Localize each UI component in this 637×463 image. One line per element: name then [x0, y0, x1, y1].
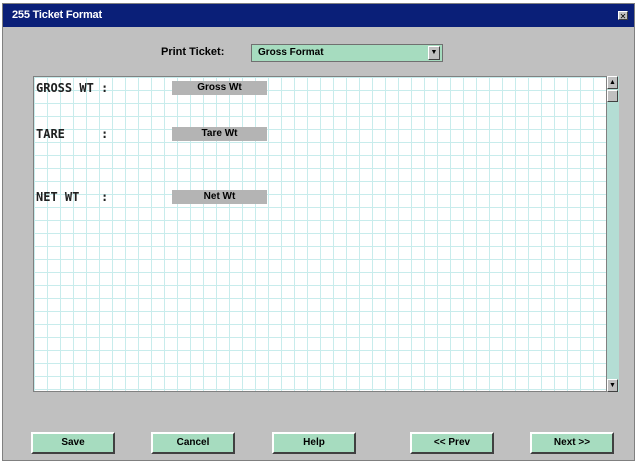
prev-button[interactable]: << Prev: [410, 432, 494, 454]
gross-wt-field[interactable]: Gross Wt: [172, 81, 267, 95]
gross-wt-label: GROSS WT :: [36, 81, 109, 95]
chevron-down-icon[interactable]: ▼: [428, 46, 440, 60]
print-ticket-select[interactable]: Gross Format ▼: [251, 44, 443, 62]
close-icon[interactable]: ✕: [618, 11, 628, 21]
vertical-scrollbar[interactable]: ▲ ▼: [606, 76, 619, 392]
save-button[interactable]: Save: [31, 432, 115, 454]
title-bar: 255 Ticket Format ✕: [3, 4, 634, 27]
help-button[interactable]: Help: [272, 432, 356, 454]
net-wt-label: NET WT :: [36, 190, 109, 204]
scroll-up-icon[interactable]: ▲: [607, 76, 618, 89]
window-title: 255 Ticket Format: [12, 9, 102, 21]
scroll-thumb[interactable]: [607, 90, 618, 102]
tare-wt-field[interactable]: Tare Wt: [172, 127, 267, 141]
ticket-format-window: 255 Ticket Format ✕ Print Ticket: Gross …: [2, 3, 635, 461]
print-ticket-value: Gross Format: [258, 47, 324, 58]
print-ticket-label: Print Ticket:: [161, 46, 225, 58]
cancel-button[interactable]: Cancel: [151, 432, 235, 454]
next-button[interactable]: Next >>: [530, 432, 614, 454]
scroll-down-icon[interactable]: ▼: [607, 379, 618, 392]
net-wt-field[interactable]: Net Wt: [172, 190, 267, 204]
ticket-layout-canvas[interactable]: GROSS WT : Gross Wt TARE : Tare Wt NET W…: [33, 76, 608, 392]
tare-label: TARE :: [36, 127, 109, 141]
